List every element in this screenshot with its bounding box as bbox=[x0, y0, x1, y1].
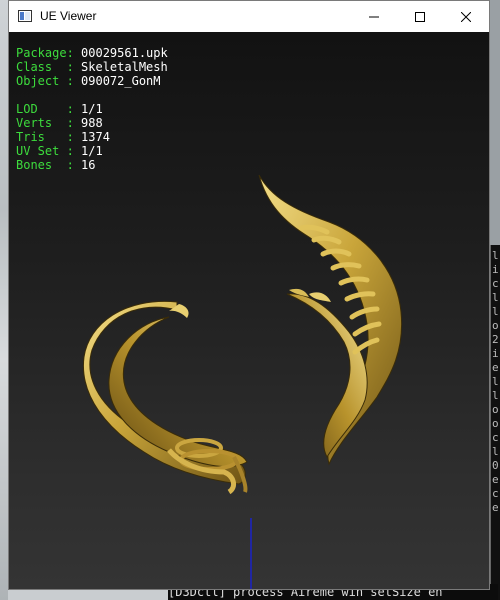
3d-viewport[interactable]: Package: 00029561.upk Class : SkeletalMe… bbox=[9, 32, 489, 589]
console-glyph: i bbox=[492, 347, 499, 360]
ue-viewer-window[interactable]: UE Viewer Package: 00029561.upk Class : … bbox=[8, 0, 490, 590]
background-console-window: licllo2ielloocl0ece bbox=[490, 245, 500, 600]
console-glyph: c bbox=[492, 277, 499, 290]
console-glyph: l bbox=[492, 389, 499, 402]
close-icon bbox=[461, 11, 471, 22]
console-glyph: e bbox=[492, 473, 499, 486]
console-glyph: o bbox=[492, 403, 499, 416]
console-glyph: 0 bbox=[492, 459, 499, 472]
title-bar[interactable]: UE Viewer bbox=[9, 1, 489, 32]
maximize-icon bbox=[415, 11, 425, 22]
console-glyph: e bbox=[492, 501, 499, 514]
right-horn-mesh bbox=[258, 174, 403, 466]
left-horn-mesh bbox=[82, 300, 248, 495]
console-glyph: l bbox=[492, 375, 499, 388]
console-glyph: o bbox=[492, 319, 499, 332]
console-glyph: i bbox=[492, 263, 499, 276]
close-button[interactable] bbox=[443, 1, 489, 32]
console-glyph: e bbox=[492, 361, 499, 374]
console-glyph: l bbox=[492, 291, 499, 304]
console-glyph: l bbox=[492, 305, 499, 318]
console-glyph: c bbox=[492, 431, 499, 444]
console-glyph: c bbox=[492, 487, 499, 500]
minimize-icon bbox=[369, 16, 379, 17]
app-icon bbox=[18, 10, 32, 22]
skeletal-mesh-render bbox=[82, 174, 403, 589]
console-glyph: l bbox=[492, 249, 499, 262]
console-glyph: o bbox=[492, 417, 499, 430]
minimize-button[interactable] bbox=[351, 1, 397, 32]
maximize-button[interactable] bbox=[397, 1, 443, 32]
desktop-background-strip bbox=[8, 590, 168, 600]
console-glyph: l bbox=[492, 445, 499, 458]
window-title: UE Viewer bbox=[40, 9, 97, 23]
console-glyph: 2 bbox=[492, 333, 499, 346]
